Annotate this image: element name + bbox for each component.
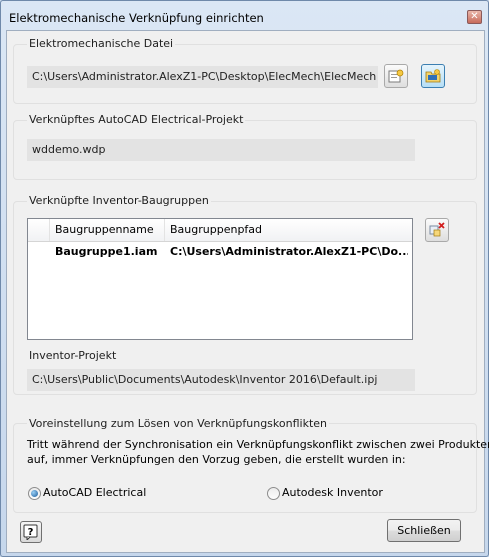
radio-selected-dot	[31, 490, 38, 497]
acad-project-field: wddemo.wdp	[27, 139, 415, 161]
open-file-button[interactable]	[421, 64, 445, 88]
table-row[interactable]: Baugruppe1.iam C:\Users\Administrator.Al…	[28, 243, 412, 261]
radio-acad-electrical[interactable]	[28, 487, 41, 500]
inventor-project-label: Inventor-Projekt	[27, 349, 119, 362]
acad-project-label: Verknüpftes AutoCAD Electrical-Projekt	[27, 113, 246, 126]
dialog-client-area: Elektromechanische Datei C:\Users\Admini…	[6, 30, 489, 553]
column-header-path[interactable]: Baugruppenpfad	[165, 219, 410, 241]
elec-file-field: C:\Users\Administrator.AlexZ1-PC\Desktop…	[27, 66, 378, 88]
window-title: Elektromechanische Verknüpfung einrichte…	[9, 11, 264, 25]
listview-header-spacer	[28, 219, 50, 241]
browse-file-button[interactable]	[384, 64, 408, 88]
assemblies-listview[interactable]: Baugruppenname Baugruppenpfad Baugruppe1…	[27, 218, 413, 340]
dialog-window: Elektromechanische Verknüpfung einrichte…	[0, 0, 489, 557]
remove-assembly-button[interactable]	[425, 218, 449, 242]
conflict-description-line2: auf, immer Verknüpfungen den Vorzug gebe…	[27, 453, 406, 466]
title-bar[interactable]: Elektromechanische Verknüpfung einrichte…	[1, 1, 488, 31]
help-icon: ?	[23, 524, 38, 540]
close-button[interactable]: Schließen	[387, 519, 461, 542]
column-header-name[interactable]: Baugruppenname	[50, 219, 165, 241]
assemblies-label: Verknüpfte Inventor-Baugruppen	[27, 194, 211, 207]
conflict-label: Voreinstellung zum Lösen von Verknüpfung…	[27, 417, 329, 430]
radio-autodesk-inventor-label[interactable]: Autodesk Inventor	[282, 486, 383, 499]
close-icon[interactable]: ✕	[467, 10, 482, 24]
help-button[interactable]: ?	[20, 521, 42, 543]
browse-file-icon	[388, 69, 404, 83]
listview-header: Baugruppenname Baugruppenpfad	[28, 219, 412, 242]
assembly-name-cell: Baugruppe1.iam	[55, 245, 158, 258]
elec-file-label: Elektromechanische Datei	[27, 37, 176, 50]
conflict-description: Tritt während der Synchronisation ein Ve…	[27, 437, 489, 467]
conflict-description-line1: Tritt während der Synchronisation ein Ve…	[27, 438, 489, 451]
open-file-icon	[425, 69, 441, 83]
remove-assembly-icon	[429, 222, 445, 237]
svg-text:?: ?	[28, 527, 34, 538]
assembly-path-cell: C:\Users\Administrator.AlexZ1-PC\Do...	[170, 245, 408, 258]
inventor-project-field: C:\Users\Public\Documents\Autodesk\Inven…	[27, 369, 415, 391]
radio-autodesk-inventor[interactable]	[267, 487, 280, 500]
radio-acad-electrical-label[interactable]: AutoCAD Electrical	[43, 486, 146, 499]
